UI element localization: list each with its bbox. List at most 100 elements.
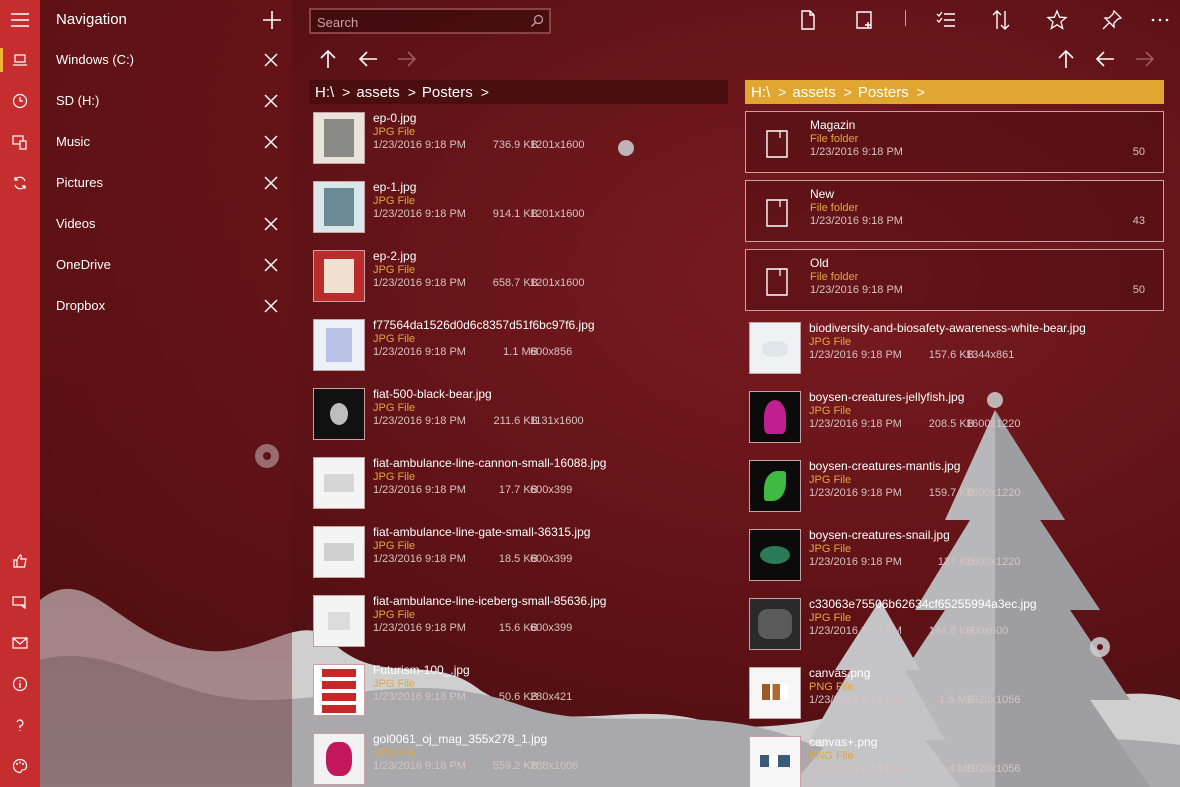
list-item[interactable]: boysen-creatures-snail.jpg JPG File 1/23… — [749, 528, 1149, 591]
rail-theme-button[interactable] — [0, 746, 40, 786]
forward-arrow-icon[interactable] — [395, 47, 419, 71]
breadcrumb-item[interactable]: H:\ — [315, 84, 334, 101]
pin-icon[interactable] — [1100, 8, 1124, 32]
favorite-icon[interactable] — [1045, 8, 1069, 32]
file-type: JPG File — [373, 609, 416, 621]
list-item[interactable]: fiat-ambulance-line-cannon-small-16088.j… — [313, 456, 713, 519]
clock-icon — [12, 93, 28, 109]
nav-item-videos[interactable]: Videos — [40, 204, 292, 244]
back-arrow-icon[interactable] — [1093, 47, 1117, 71]
rail-drives-button[interactable] — [0, 40, 40, 80]
list-item[interactable]: canvas.png PNG File 1/23/2016 9:18 PM 1.… — [749, 666, 1149, 729]
list-item[interactable]: canvas+.png PNG File 1/23/2016 9:18 PM 1… — [749, 735, 1149, 787]
file-thumbnail — [313, 250, 365, 302]
file-thumbnail — [313, 388, 365, 440]
list-item[interactable]: fiat-ambulance-line-gate-small-36315.jpg… — [313, 525, 713, 588]
folder-icon — [766, 268, 788, 296]
list-item[interactable]: ep-1.jpg JPG File 1/23/2016 9:18 PM 914.… — [313, 180, 713, 243]
file-dimensions: 1201x1600 — [530, 277, 585, 289]
file-name: fiat-500-black-bear.jpg — [373, 387, 492, 401]
rail-like-button[interactable] — [0, 541, 40, 581]
file-name: ep-2.jpg — [373, 249, 417, 263]
file-type: JPG File — [809, 336, 852, 348]
folder-item[interactable]: New File folder 1/23/2016 9:18 PM 43 — [745, 180, 1164, 242]
breadcrumb-item[interactable]: assets — [356, 84, 399, 101]
list-item[interactable]: ep-2.jpg JPG File 1/23/2016 9:18 PM 658.… — [313, 249, 713, 312]
thumbs-up-icon — [13, 554, 27, 568]
file-type: JPG File — [373, 264, 416, 276]
file-date: 1/23/2016 9:18 PM — [809, 625, 902, 637]
nav-item-windows-c[interactable]: Windows (C:) — [40, 40, 292, 80]
add-location-button[interactable] — [260, 8, 284, 32]
nav-item-sd-h[interactable]: SD (H:) — [40, 81, 292, 121]
search-icon[interactable] — [530, 14, 544, 28]
file-type: JPG File — [809, 543, 852, 555]
up-arrow-icon[interactable] — [1054, 47, 1078, 71]
nav-title: Navigation — [56, 11, 127, 28]
close-icon[interactable] — [262, 297, 280, 315]
list-item[interactable]: biodiversity-and-biosafety-awareness-whi… — [749, 321, 1149, 384]
list-item[interactable]: c33063e75506b62634cf65255994a3ec.jpg JPG… — [749, 597, 1149, 660]
file-size: 1.4 MB — [939, 763, 974, 775]
close-icon[interactable] — [262, 215, 280, 233]
forward-arrow-icon[interactable] — [1133, 47, 1157, 71]
file-dimensions: 1344x861 — [966, 349, 1015, 361]
file-name: ep-1.jpg — [373, 180, 417, 194]
list-item[interactable]: boysen-creatures-jellyfish.jpg JPG File … — [749, 390, 1149, 453]
list-item[interactable]: gol0061_oj_mag_355x278_1.jpg JPG File 1/… — [313, 732, 713, 787]
nav-item-onedrive[interactable]: OneDrive — [40, 245, 292, 285]
rail-feedback-button[interactable] — [0, 582, 40, 622]
breadcrumb: H:\ > assets > Posters > — [309, 80, 728, 104]
nav-item-label: Windows (C:) — [56, 52, 135, 67]
back-arrow-icon[interactable] — [356, 47, 380, 71]
close-icon[interactable] — [262, 174, 280, 192]
rail-share-button[interactable] — [0, 122, 40, 162]
file-type: JPG File — [373, 471, 416, 483]
list-item[interactable]: Futurism-100_.jpg JPG File 1/23/2016 9:1… — [313, 663, 713, 726]
list-item[interactable]: fiat-500-black-bear.jpg JPG File 1/23/20… — [313, 387, 713, 450]
file-thumbnail — [749, 322, 801, 374]
new-file-icon[interactable] — [796, 8, 820, 32]
close-icon[interactable] — [262, 92, 280, 110]
rail-recent-button[interactable] — [0, 81, 40, 121]
file-date: 1/23/2016 9:18 PM — [809, 418, 902, 430]
folder-item-count: 43 — [1132, 215, 1145, 227]
list-item[interactable]: boysen-creatures-mantis.jpg JPG File 1/2… — [749, 459, 1149, 522]
list-item[interactable]: f77564da1526d0d6c8357d51f6bc97f6.jpg JPG… — [313, 318, 713, 381]
list-item[interactable]: ep-0.jpg JPG File 1/23/2016 9:18 PM 736.… — [313, 111, 713, 174]
rail-help-button[interactable] — [0, 705, 40, 745]
close-icon[interactable] — [262, 51, 280, 69]
folder-item[interactable]: Magazin File folder 1/23/2016 9:18 PM 50 — [745, 111, 1164, 173]
close-icon[interactable] — [262, 256, 280, 274]
rail-info-button[interactable] — [0, 664, 40, 704]
list-item[interactable]: fiat-ambulance-line-iceberg-small-85636.… — [313, 594, 713, 657]
new-folder-icon[interactable] — [852, 8, 876, 32]
nav-item-label: Pictures — [56, 175, 103, 190]
breadcrumb-item[interactable]: H:\ — [751, 84, 770, 101]
folder-icon — [766, 199, 788, 227]
nav-item-dropbox[interactable]: Dropbox — [40, 286, 292, 326]
folder-item-count: 50 — [1132, 284, 1145, 296]
search-input[interactable] — [317, 13, 522, 31]
breadcrumb-item[interactable]: Posters — [422, 84, 473, 101]
file-date: 1/23/2016 9:18 PM — [373, 553, 466, 565]
file-date: 1/23/2016 9:18 PM — [809, 487, 902, 499]
up-arrow-icon[interactable] — [316, 47, 340, 71]
chevron-right-icon: > — [407, 84, 416, 100]
breadcrumb-item[interactable]: assets — [792, 84, 835, 101]
close-icon[interactable] — [262, 133, 280, 151]
file-dimensions: 1920x1056 — [966, 694, 1021, 706]
folder-item[interactable]: Old File folder 1/23/2016 9:18 PM 50 — [745, 249, 1164, 311]
file-type: JPG File — [373, 126, 416, 138]
more-icon[interactable] — [1148, 8, 1172, 32]
rail-sync-button[interactable] — [0, 163, 40, 203]
nav-item-pictures[interactable]: Pictures — [40, 163, 292, 203]
breadcrumb-item[interactable]: Posters — [858, 84, 909, 101]
search-box — [309, 8, 551, 34]
select-icon[interactable] — [934, 8, 958, 32]
nav-item-music[interactable]: Music — [40, 122, 292, 162]
sort-icon[interactable] — [989, 8, 1013, 32]
chevron-right-icon: > — [778, 84, 787, 100]
rail-mail-button[interactable] — [0, 623, 40, 663]
hamburger-menu-button[interactable] — [0, 0, 40, 40]
